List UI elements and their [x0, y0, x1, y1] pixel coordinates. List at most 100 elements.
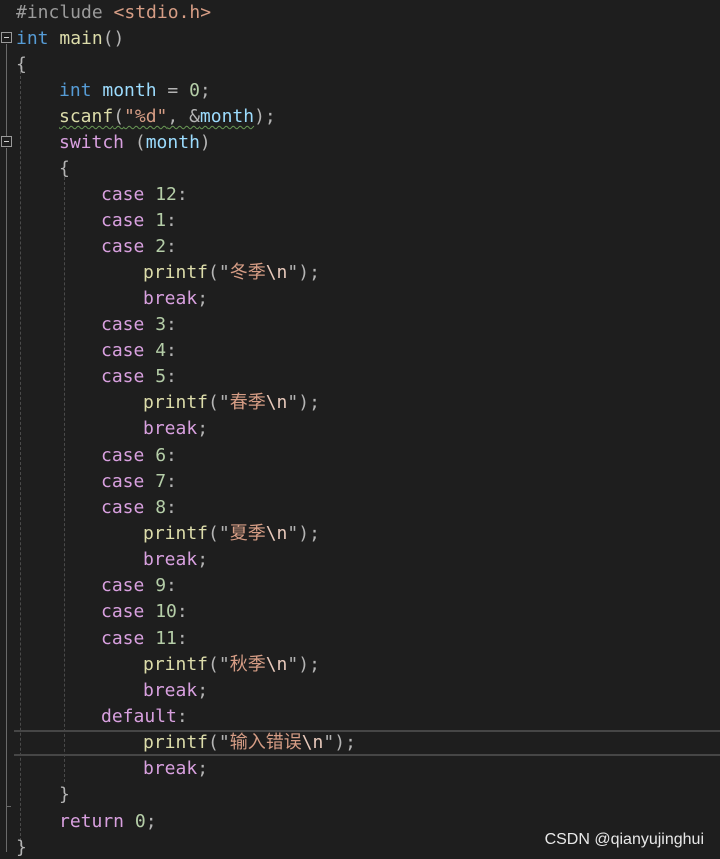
case-keyword: case: [101, 314, 145, 335]
case-value: 1: [155, 210, 167, 231]
break-keyword: break: [143, 549, 198, 570]
semicolon: ;: [197, 680, 209, 701]
code-line-include[interactable]: #include <stdio.h>: [0, 0, 720, 26]
open-brace: {: [16, 54, 27, 75]
colon: :: [166, 575, 177, 596]
colon: :: [176, 601, 188, 622]
code-line-case[interactable]: case 2:: [0, 234, 720, 260]
code-line-open-brace[interactable]: {: [0, 52, 720, 78]
string-close: ");: [287, 262, 320, 283]
function-printf: printf: [143, 523, 209, 544]
close-paren: );: [254, 106, 276, 127]
code-line-case[interactable]: case 6:: [0, 443, 720, 469]
case-keyword: case: [101, 445, 145, 466]
string-open: (": [208, 392, 230, 413]
colon: :: [176, 706, 188, 727]
code-line-declaration[interactable]: int month = 0;: [0, 78, 720, 104]
code-line-case[interactable]: case 11:: [0, 626, 720, 652]
colon: :: [166, 445, 177, 466]
code-line-switch[interactable]: switch (month): [0, 130, 720, 156]
case-value: 6: [155, 445, 167, 466]
code-line-main-signature[interactable]: int main(): [0, 26, 720, 52]
open-brace: {: [59, 158, 70, 179]
include-header: <stdio.h>: [113, 2, 212, 23]
string-text: 夏季: [229, 523, 266, 544]
code-line-case[interactable]: case 8:: [0, 495, 720, 521]
code-line-case[interactable]: case 3:: [0, 312, 720, 338]
string-open: (": [208, 732, 230, 753]
case-value: 10: [155, 601, 177, 622]
code-line-break[interactable]: break;: [0, 678, 720, 704]
code-line-printf-current[interactable]: printf("输入错误\n");: [14, 730, 720, 756]
code-line-switch-close[interactable]: }: [0, 782, 720, 808]
string-close: ");: [287, 523, 320, 544]
function-scanf: scanf: [59, 106, 114, 127]
semicolon: ;: [197, 758, 209, 779]
case-value: 5: [155, 366, 167, 387]
code-line-case[interactable]: case 4:: [0, 338, 720, 364]
string-open: (": [208, 654, 230, 675]
case-keyword: case: [101, 236, 145, 257]
semicolon: ;: [197, 549, 209, 570]
break-keyword: break: [143, 418, 198, 439]
variable-month: month: [145, 132, 200, 153]
code-line-printf[interactable]: printf("秋季\n");: [0, 652, 720, 678]
separator: , &: [167, 106, 200, 127]
watermark: CSDN @qianyujinghui: [544, 831, 704, 848]
case-value: 11: [155, 628, 177, 649]
return-value: 0: [134, 811, 146, 832]
function-printf: printf: [143, 732, 209, 753]
function-printf: printf: [143, 654, 209, 675]
code-editor[interactable]: #include <stdio.h> int main() { int mont…: [0, 0, 720, 859]
function-printf: printf: [143, 262, 209, 283]
code-line-break[interactable]: break;: [0, 547, 720, 573]
code-line-case[interactable]: case 12:: [0, 182, 720, 208]
open-paren: (: [113, 106, 125, 127]
case-value: 2: [155, 236, 167, 257]
escape-sequence: \n: [265, 654, 288, 675]
switch-keyword: switch: [59, 132, 125, 153]
colon: :: [176, 628, 188, 649]
colon: :: [166, 340, 177, 361]
escape-sequence: \n: [265, 262, 288, 283]
break-keyword: break: [143, 680, 198, 701]
semicolon: ;: [197, 418, 209, 439]
colon: :: [166, 236, 177, 257]
code-line-default[interactable]: default:: [0, 704, 720, 730]
function-name-main: main: [59, 28, 103, 49]
case-value: 9: [155, 575, 167, 596]
string-close: ");: [287, 654, 320, 675]
case-keyword: case: [101, 601, 145, 622]
close-brace: }: [16, 837, 27, 858]
colon: :: [166, 497, 177, 518]
return-type: int: [16, 28, 49, 49]
case-value: 4: [155, 340, 167, 361]
code-line-printf[interactable]: printf("春季\n");: [0, 390, 720, 416]
code-line-scanf[interactable]: scanf("%d", &month);: [0, 104, 720, 130]
case-keyword: case: [101, 497, 145, 518]
default-keyword: default: [101, 706, 177, 727]
code-line-break[interactable]: break;: [0, 286, 720, 312]
code-line-case[interactable]: case 5:: [0, 364, 720, 390]
code-line-break[interactable]: break;: [0, 416, 720, 442]
case-keyword: case: [101, 210, 145, 231]
code-line-switch-open[interactable]: {: [0, 156, 720, 182]
function-printf: printf: [143, 392, 209, 413]
case-keyword: case: [101, 628, 145, 649]
case-keyword: case: [101, 184, 145, 205]
code-line-printf[interactable]: printf("夏季\n");: [0, 521, 720, 547]
string-open: (": [208, 262, 230, 283]
string-text: 输入错误: [229, 732, 302, 753]
close-brace: }: [59, 784, 70, 805]
code-line-case[interactable]: case 10:: [0, 599, 720, 625]
code-line-printf[interactable]: printf("冬季\n");: [0, 260, 720, 286]
semicolon: ;: [199, 80, 211, 101]
string-text: 秋季: [229, 654, 266, 675]
string-text: 冬季: [229, 262, 266, 283]
case-value: 8: [155, 497, 167, 518]
case-value: 7: [155, 471, 167, 492]
code-line-case[interactable]: case 9:: [0, 573, 720, 599]
code-line-case[interactable]: case 1:: [0, 208, 720, 234]
code-line-break[interactable]: break;: [0, 756, 720, 782]
code-line-case[interactable]: case 7:: [0, 469, 720, 495]
